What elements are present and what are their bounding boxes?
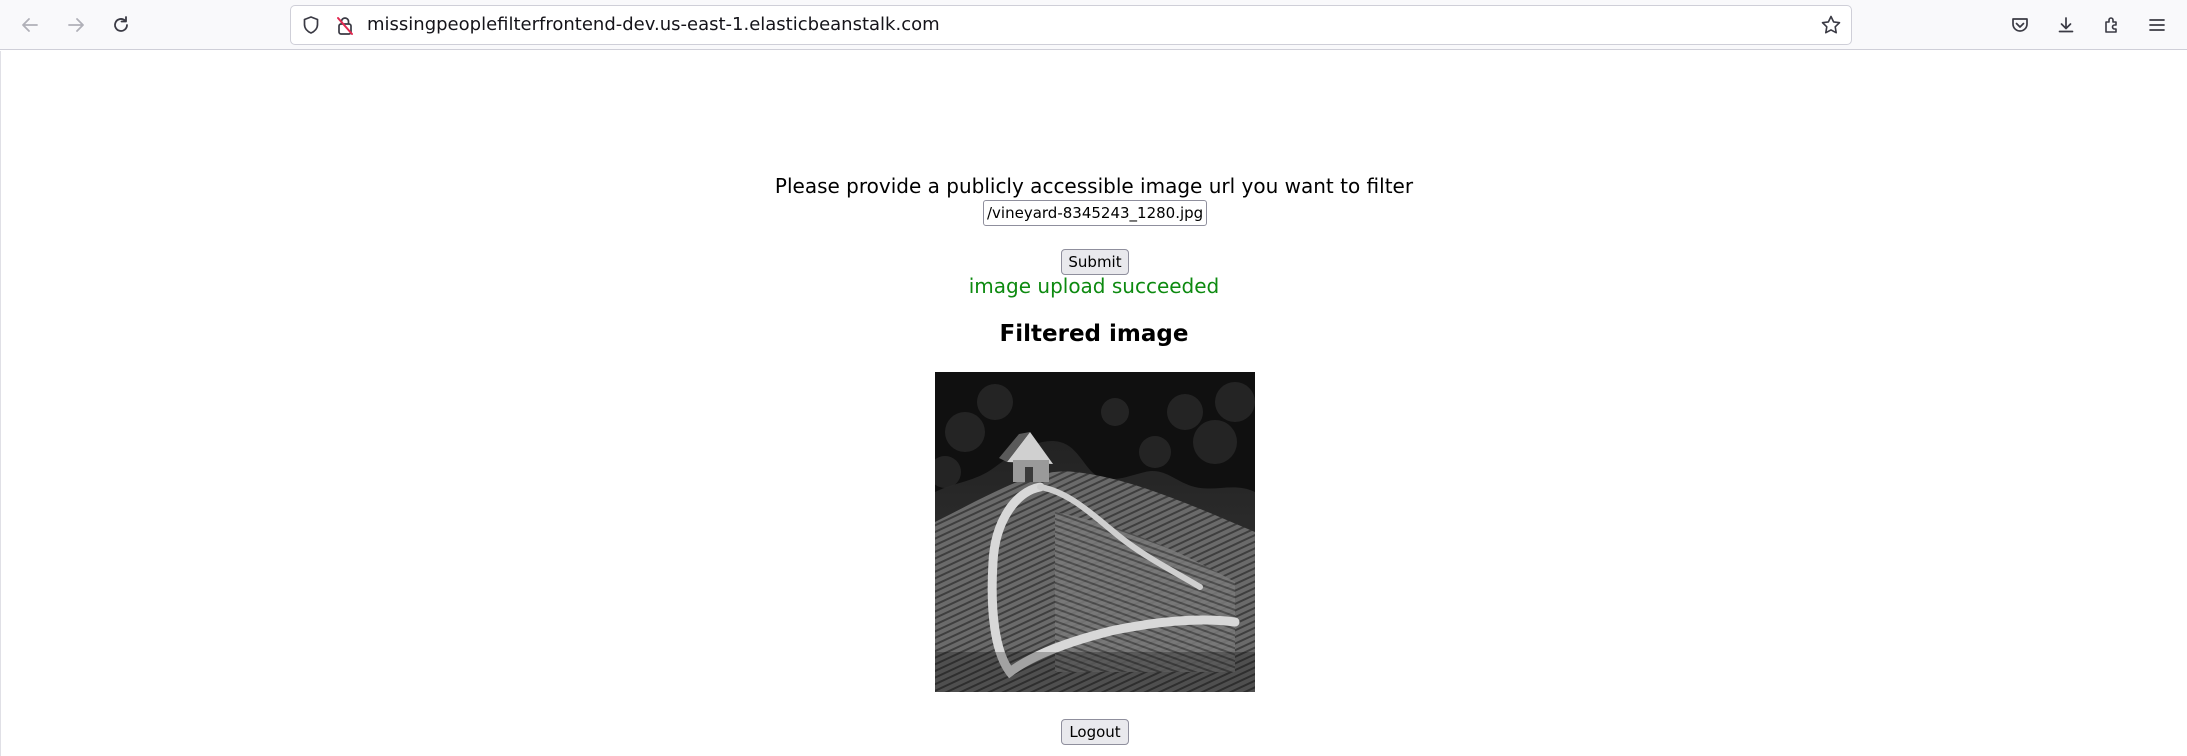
insecure-lock-icon[interactable] [335, 15, 355, 37]
pocket-button[interactable] [2003, 8, 2037, 42]
hamburger-menu-icon [2149, 19, 2165, 31]
browser-toolbar: missingpeoplefilterfrontend-dev.us-east-… [0, 0, 2187, 50]
star-icon[interactable] [1820, 14, 1842, 36]
reload-icon [114, 16, 128, 32]
forward-button[interactable] [59, 8, 93, 42]
submit-button[interactable]: Submit [1061, 249, 1129, 275]
download-icon [2058, 17, 2074, 33]
filtered-image-heading: Filtered image [999, 321, 1189, 347]
app-menu-button[interactable] [2140, 8, 2174, 42]
page-content: Please provide a publicly accessible ima… [0, 51, 2187, 756]
url-text[interactable]: missingpeoplefilterfrontend-dev.us-east-… [367, 6, 940, 44]
filtered-image [935, 372, 1255, 692]
upload-status-message: image upload succeeded [968, 274, 1220, 298]
logout-button[interactable]: Logout [1061, 719, 1129, 745]
forward-arrow-icon [68, 18, 84, 32]
image-url-input[interactable] [983, 200, 1207, 226]
reload-button[interactable] [104, 8, 138, 42]
pocket-icon [2012, 18, 2028, 32]
downloads-button[interactable] [2049, 8, 2083, 42]
shield-icon[interactable] [301, 15, 321, 35]
extensions-button[interactable] [2095, 8, 2129, 42]
back-arrow-icon [22, 18, 38, 32]
url-prompt-label: Please provide a publicly accessible ima… [774, 174, 1414, 198]
address-bar[interactable]: missingpeoplefilterfrontend-dev.us-east-… [290, 5, 1852, 45]
back-button[interactable] [13, 8, 47, 42]
extensions-icon [2105, 17, 2117, 33]
